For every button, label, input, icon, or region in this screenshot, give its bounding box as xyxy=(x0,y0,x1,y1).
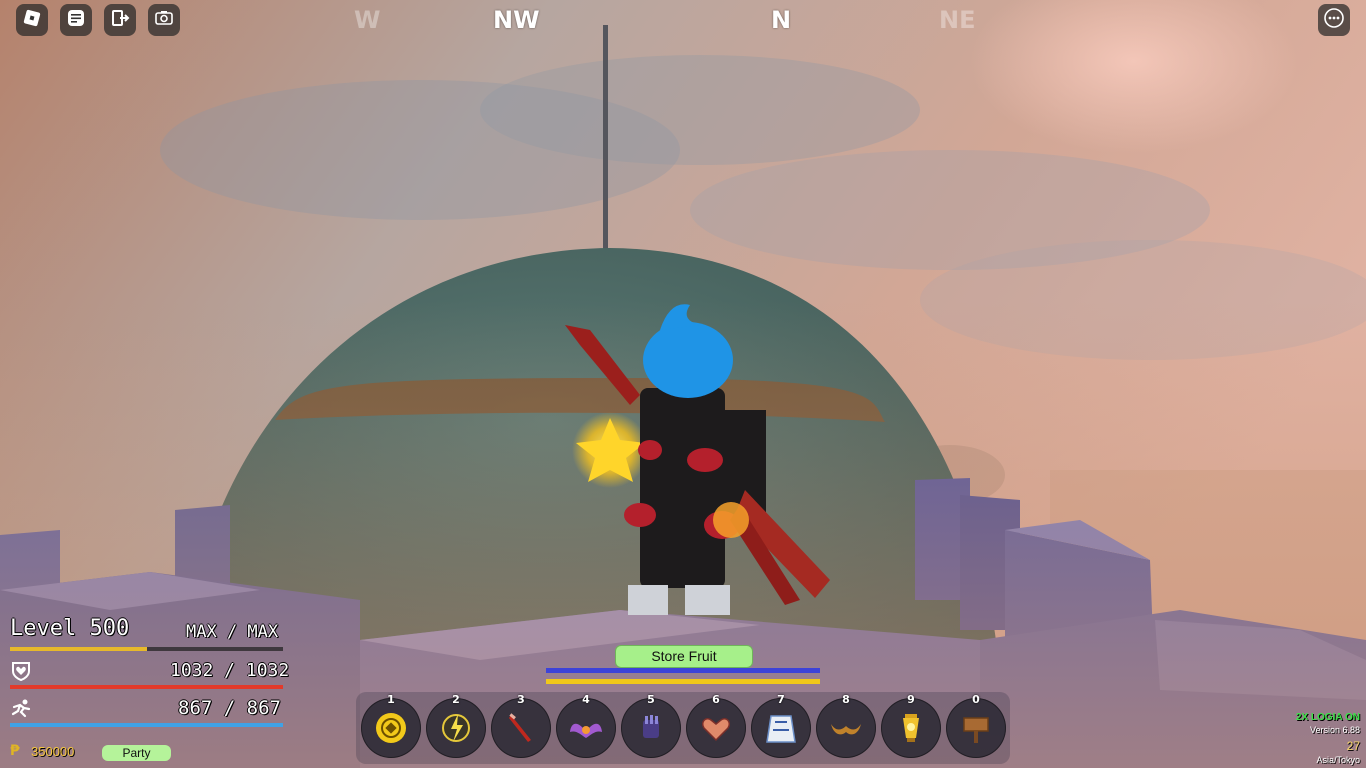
hotbar-key-2: 2 xyxy=(452,693,460,706)
hotbar-slot-3[interactable]: 3 xyxy=(491,693,551,758)
hotbar-slot-4[interactable]: 4 xyxy=(556,693,616,758)
center-blue-bar-fill xyxy=(546,668,820,673)
region-label: Asia/Tokyo xyxy=(1316,755,1360,765)
hotbar-slot-7[interactable]: 7 xyxy=(751,693,811,758)
compass-north: N xyxy=(771,6,792,34)
ping-label: 27 xyxy=(1346,739,1360,753)
more-options-button[interactable] xyxy=(1318,4,1350,36)
compass-west: W xyxy=(354,6,381,34)
phoenix-wings-icon xyxy=(568,710,604,746)
dark-fist-icon xyxy=(633,710,669,746)
health-label: 1032 / 1032 xyxy=(170,660,290,681)
level-label: Level 500 xyxy=(10,616,130,641)
health-icon xyxy=(10,660,32,686)
center-blue-bar xyxy=(546,668,820,673)
center-yellow-bar-fill xyxy=(546,679,820,684)
golden-lantern-icon xyxy=(893,710,929,746)
hotbar-key-4: 4 xyxy=(582,693,590,706)
hotbar-key-6: 6 xyxy=(712,693,720,706)
hotbar-key-7: 7 xyxy=(777,693,785,706)
energy-label: 867 / 867 xyxy=(178,697,281,719)
hotbar-slot-8[interactable]: 8 xyxy=(816,693,876,758)
health-bar xyxy=(10,685,283,689)
hotbar-key-1: 1 xyxy=(387,693,395,706)
exit-icon xyxy=(110,8,130,32)
lightning-orb-icon xyxy=(438,710,474,746)
party-button[interactable]: Party xyxy=(102,745,171,761)
hotbar-key-8: 8 xyxy=(842,693,850,706)
chat-button[interactable] xyxy=(60,4,92,36)
hotbar-slot-0[interactable]: 0 xyxy=(946,693,1006,758)
center-yellow-bar xyxy=(546,679,820,684)
wooden-sign-icon xyxy=(958,710,994,746)
exp-label: MAX / MAX xyxy=(186,622,279,642)
roblox-logo-icon xyxy=(22,8,42,32)
money-value: 350000 xyxy=(31,744,75,759)
energy-icon xyxy=(10,698,32,724)
horns-icon xyxy=(828,710,864,746)
red-sword-icon xyxy=(503,710,539,746)
logia-status: 2X LOGIA ON xyxy=(1295,712,1360,723)
energy-bar xyxy=(10,723,283,727)
compass-northwest: NW xyxy=(493,6,540,34)
hotbar-slot-2[interactable]: 2 xyxy=(426,693,486,758)
more-options-icon xyxy=(1323,7,1345,33)
leave-button[interactable] xyxy=(104,4,136,36)
version-label: Version 6.88 xyxy=(1309,725,1360,735)
cape-icon xyxy=(763,710,799,746)
exp-bar xyxy=(10,647,283,651)
exp-bar-fill xyxy=(10,647,147,651)
hotbar-slot-9[interactable]: 9 xyxy=(881,693,941,758)
compass-northeast: NE xyxy=(939,6,976,34)
energy-bar-fill xyxy=(10,723,283,727)
hotbar-key-9: 9 xyxy=(907,693,915,706)
yellow-fruit-icon xyxy=(373,710,409,746)
chat-icon xyxy=(66,8,86,32)
heart-wing-icon xyxy=(698,710,734,746)
money-icon: ₱ xyxy=(10,743,20,759)
hotbar-key-5: 5 xyxy=(647,693,655,706)
camera-icon xyxy=(154,8,174,32)
store-fruit-button[interactable]: Store Fruit xyxy=(615,645,753,668)
hotbar-key-3: 3 xyxy=(517,693,525,706)
hotbar-slot-1[interactable]: 1 xyxy=(361,693,421,758)
hotbar-key-0: 0 xyxy=(972,693,980,706)
roblox-menu-button[interactable] xyxy=(16,4,48,36)
screenshot-button[interactable] xyxy=(148,4,180,36)
hotbar-slot-5[interactable]: 5 xyxy=(621,693,681,758)
health-bar-fill xyxy=(10,685,283,689)
hotbar-slot-6[interactable]: 6 xyxy=(686,693,746,758)
